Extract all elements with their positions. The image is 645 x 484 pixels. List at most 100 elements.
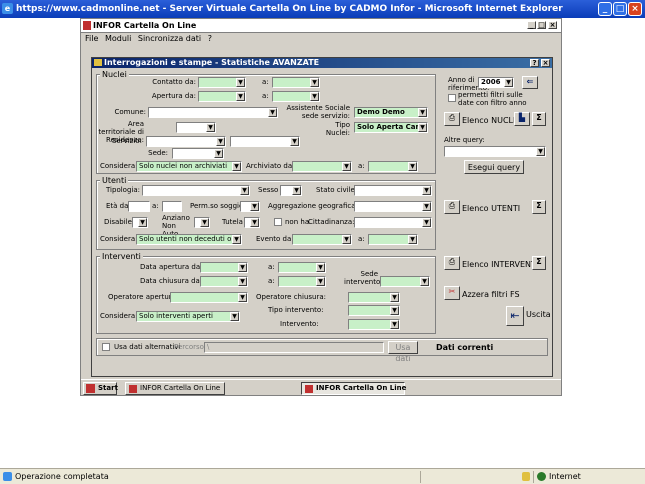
evento-a-input[interactable]: ▼ bbox=[368, 234, 418, 245]
azzera-filtri-button[interactable]: Azzera filtri bbox=[462, 290, 507, 299]
eraser-icon[interactable]: ✂ bbox=[444, 286, 460, 300]
chevron-down-icon: ▼ bbox=[200, 218, 209, 227]
tutela-label: Tutela bbox=[222, 218, 243, 226]
elenco-nuclei-button[interactable]: Elenco NUCLEI bbox=[462, 116, 520, 125]
chart-icon[interactable]: ▙ bbox=[514, 112, 530, 126]
chevron-down-icon: ▼ bbox=[236, 92, 245, 101]
anno-select[interactable]: 2006 ▼ bbox=[478, 77, 514, 88]
usa-dati-button[interactable]: Usa dati bbox=[388, 341, 418, 363]
sede-select[interactable]: ▼ bbox=[172, 148, 224, 159]
non-ha-checkbox[interactable] bbox=[274, 218, 282, 226]
minimize-icon[interactable]: _ bbox=[598, 2, 612, 16]
sesso-select[interactable]: ▼ bbox=[280, 185, 302, 196]
considera-interventi-select[interactable]: Solo interventi aperti ▼ bbox=[136, 311, 240, 322]
sede-intervento-select[interactable]: ▼ bbox=[380, 276, 430, 287]
comune-select[interactable]: ▼ bbox=[148, 107, 278, 118]
zone-label: Internet bbox=[549, 472, 581, 481]
chevron-down-icon: ▼ bbox=[214, 149, 223, 158]
cittadinanza-select[interactable]: ▼ bbox=[354, 217, 432, 228]
nuclei-legend: Nuclei bbox=[100, 70, 129, 79]
close-icon[interactable]: × bbox=[628, 2, 642, 16]
percorso-input[interactable]: \ bbox=[204, 342, 384, 353]
servizio-select[interactable]: ▼ bbox=[146, 136, 226, 147]
menu-file[interactable]: File bbox=[85, 34, 98, 43]
chevron-down-icon: ▼ bbox=[292, 186, 301, 195]
chevron-down-icon: ▼ bbox=[250, 218, 259, 227]
operatore-apertura-select[interactable]: ▼ bbox=[170, 292, 248, 303]
uscita-button[interactable]: Uscita bbox=[526, 310, 551, 319]
sigma-interventi-button[interactable]: Σ bbox=[532, 256, 546, 270]
archiviato-da-input[interactable]: ▼ bbox=[292, 161, 352, 172]
taskbar-item-2[interactable]: INFOR Cartella On Line bbox=[301, 382, 406, 395]
browser-status-bar: Operazione completata Internet bbox=[0, 468, 645, 484]
considera-nuclei-value: Solo nuclei non archiviati bbox=[139, 162, 228, 170]
tipo-intervento-select[interactable]: ▼ bbox=[348, 305, 400, 316]
chevron-down-icon: ▼ bbox=[238, 263, 247, 272]
ie-logo-icon: e bbox=[2, 3, 13, 14]
printer-icon[interactable]: ⎙ bbox=[444, 256, 460, 270]
cittadinanza-label: Cittadinanza: bbox=[308, 218, 355, 226]
esegui-query-button[interactable]: Esegui query bbox=[464, 160, 524, 174]
app-minimize-icon[interactable]: _ bbox=[527, 21, 536, 29]
menu-sincronizza[interactable]: Sincronizza dati bbox=[138, 34, 201, 43]
evento-da-input[interactable]: ▼ bbox=[292, 234, 352, 245]
menu-moduli[interactable]: Moduli bbox=[105, 34, 131, 43]
globe-icon bbox=[537, 472, 546, 481]
stato-civile-select[interactable]: ▼ bbox=[354, 185, 432, 196]
tipo-nuclei-select[interactable]: Solo Aperta Cartel ▼ bbox=[354, 122, 428, 133]
apertura-a-input[interactable]: ▼ bbox=[272, 91, 320, 102]
eta-a-input[interactable] bbox=[162, 201, 182, 212]
printer-icon[interactable]: ⎙ bbox=[444, 200, 460, 214]
elenco-interventi-button[interactable]: Elenco INTERVENTI bbox=[462, 260, 538, 269]
sigma-utenti-button[interactable]: Σ bbox=[532, 200, 546, 214]
contatto-da-input[interactable]: ▼ bbox=[198, 77, 246, 88]
aggregazione-select[interactable]: ▼ bbox=[354, 201, 432, 212]
data-apertura-da-input[interactable]: ▼ bbox=[200, 262, 248, 273]
menu-help[interactable]: ? bbox=[208, 34, 212, 43]
data-chiusura-da-input[interactable]: ▼ bbox=[200, 276, 248, 287]
chevron-down-icon: ▼ bbox=[240, 186, 249, 195]
contatto-a-input[interactable]: ▼ bbox=[272, 77, 320, 88]
dialog-close-icon[interactable]: × bbox=[541, 59, 550, 67]
chevron-down-icon: ▼ bbox=[316, 277, 325, 286]
eta-da-input[interactable] bbox=[128, 201, 150, 212]
chevron-down-icon: ▼ bbox=[238, 277, 247, 286]
assistente-select[interactable]: Demo Demo ▼ bbox=[354, 107, 428, 118]
disabile-select[interactable]: ▼ bbox=[132, 217, 148, 228]
sigma-nuclei-button[interactable]: Σ bbox=[532, 112, 546, 126]
elenco-utenti-button[interactable]: Elenco UTENTI bbox=[462, 204, 520, 213]
app-close-icon[interactable]: × bbox=[548, 21, 557, 29]
intervento-select[interactable]: ▼ bbox=[348, 319, 400, 330]
printer-icon[interactable]: ⎙ bbox=[444, 112, 460, 126]
assistente-value: Demo Demo bbox=[357, 108, 405, 116]
altre-query-select[interactable]: ▼ bbox=[444, 146, 546, 157]
perm-soggiorno-select[interactable]: ▼ bbox=[240, 201, 260, 212]
archiviato-a-input[interactable]: ▼ bbox=[368, 161, 418, 172]
permetti-filtri-checkbox[interactable] bbox=[448, 94, 456, 102]
data-apertura-a-input[interactable]: ▼ bbox=[278, 262, 326, 273]
taskbar-item-1[interactable]: INFOR Cartella On Line bbox=[125, 382, 225, 395]
area-select[interactable]: ▼ bbox=[176, 122, 216, 133]
anziano-select[interactable]: ▼ bbox=[194, 217, 210, 228]
operatore-chiusura-select[interactable]: ▼ bbox=[348, 292, 400, 303]
start-button[interactable]: Start bbox=[83, 382, 118, 395]
servizio-select-2[interactable]: ▼ bbox=[230, 136, 300, 147]
help-icon[interactable]: ? bbox=[530, 59, 539, 67]
data-chiusura-a-input[interactable]: ▼ bbox=[278, 276, 326, 287]
arrow-left-icon[interactable]: ⇐ bbox=[522, 76, 538, 89]
chevron-down-icon: ▼ bbox=[536, 147, 545, 156]
considera-utenti-select[interactable]: Solo utenti non deceduti o tra ▼ bbox=[136, 234, 242, 245]
chevron-down-icon: ▼ bbox=[418, 123, 427, 132]
stats-dialog-title-bar: Interrogazioni e stampe - Statistiche AV… bbox=[92, 58, 552, 68]
tipologia-select[interactable]: ▼ bbox=[142, 185, 250, 196]
tutela-select[interactable]: ▼ bbox=[244, 217, 260, 228]
fs-label: FS bbox=[510, 290, 520, 299]
stato-civile-label: Stato civile: bbox=[316, 186, 358, 194]
considera-nuclei-select[interactable]: Solo nuclei non archiviati ▼ bbox=[136, 161, 242, 172]
apertura-da-input[interactable]: ▼ bbox=[198, 91, 246, 102]
usa-dati-alt-checkbox[interactable] bbox=[102, 343, 110, 351]
app-title: INFOR Cartella On Line bbox=[93, 21, 197, 30]
maximize-icon[interactable]: □ bbox=[613, 2, 627, 16]
exit-door-icon[interactable]: ⇤ bbox=[506, 306, 524, 326]
app-maximize-icon[interactable]: □ bbox=[537, 21, 546, 29]
